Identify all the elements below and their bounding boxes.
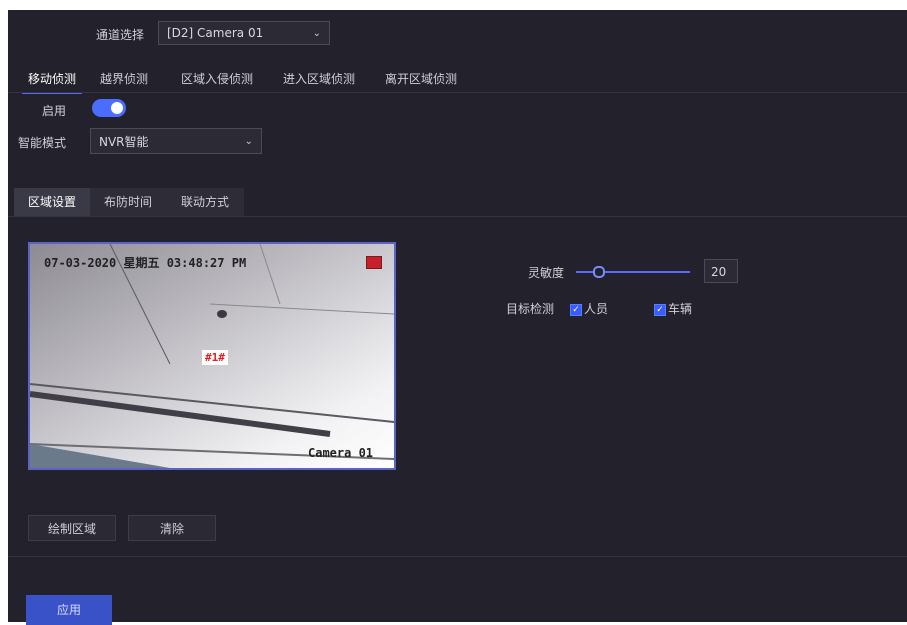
osd-timestamp: 07-03-2020 星期五 03:48:27 PM xyxy=(44,256,247,270)
video-preview[interactable]: 07-03-2020 星期五 03:48:27 PM #1# Camera 01 xyxy=(28,242,396,470)
tab-area-settings[interactable]: 区域设置 xyxy=(14,188,90,216)
mode-select[interactable]: NVR智能 ⌄ xyxy=(90,128,262,154)
enable-toggle[interactable] xyxy=(92,99,126,117)
sensitivity-slider-handle[interactable] xyxy=(592,266,605,278)
target-option-vehicle[interactable]: ✓ 车辆 xyxy=(654,300,692,317)
tabs-divider xyxy=(8,92,907,93)
target-label: 目标检测 xyxy=(506,302,555,316)
chevron-down-icon: ⌄ xyxy=(312,27,321,39)
chevron-down-icon: ⌄ xyxy=(244,135,253,147)
tab-arming-schedule[interactable]: 布防时间 xyxy=(90,188,166,216)
record-indicator-icon xyxy=(366,256,382,269)
channel-select[interactable]: [D2] Camera 01 ⌄ xyxy=(158,21,330,45)
settings-divider xyxy=(8,216,907,217)
mode-label: 智能模式 xyxy=(18,136,67,150)
enable-label: 启用 xyxy=(42,104,67,118)
mode-select-value: NVR智能 xyxy=(99,134,149,149)
tab-region-entrance[interactable]: 进入区域侦测 xyxy=(280,68,358,92)
checkbox-checked-icon: ✓ xyxy=(654,303,666,316)
checkbox-checked-icon: ✓ xyxy=(570,303,582,316)
clear-button[interactable]: 清除 xyxy=(128,515,216,541)
tab-linkage[interactable]: 联动方式 xyxy=(166,188,244,216)
draw-area-button[interactable]: 绘制区域 xyxy=(28,515,116,541)
target-option-person[interactable]: ✓ 人员 xyxy=(570,300,608,317)
tab-motion-detection[interactable]: 移动侦测 xyxy=(22,68,82,94)
region-label: #1# xyxy=(202,350,228,365)
vehicle-label: 车辆 xyxy=(668,302,693,316)
toggle-knob xyxy=(111,102,123,114)
channel-select-value: [D2] Camera 01 xyxy=(167,26,264,40)
tab-intrusion[interactable]: 区域入侵侦测 xyxy=(178,68,256,92)
footer-divider xyxy=(8,556,907,557)
apply-button[interactable]: 应用 xyxy=(26,595,112,625)
person-label: 人员 xyxy=(584,302,609,316)
channel-label: 通道选择 xyxy=(96,28,145,42)
sensitivity-input[interactable]: 20 xyxy=(704,259,738,283)
tab-line-crossing[interactable]: 越界侦测 xyxy=(98,68,150,92)
detection-tabs: 移动侦测 越界侦测 区域入侵侦测 进入区域侦测 离开区域侦测 xyxy=(8,68,907,94)
osd-camera-name: Camera 01 xyxy=(308,446,374,460)
settings-panel: 通道选择 [D2] Camera 01 ⌄ 移动侦测 越界侦测 区域入侵侦测 进… xyxy=(8,10,907,625)
sensitivity-label: 灵敏度 xyxy=(528,266,565,280)
tab-region-exit[interactable]: 离开区域侦测 xyxy=(382,68,460,92)
